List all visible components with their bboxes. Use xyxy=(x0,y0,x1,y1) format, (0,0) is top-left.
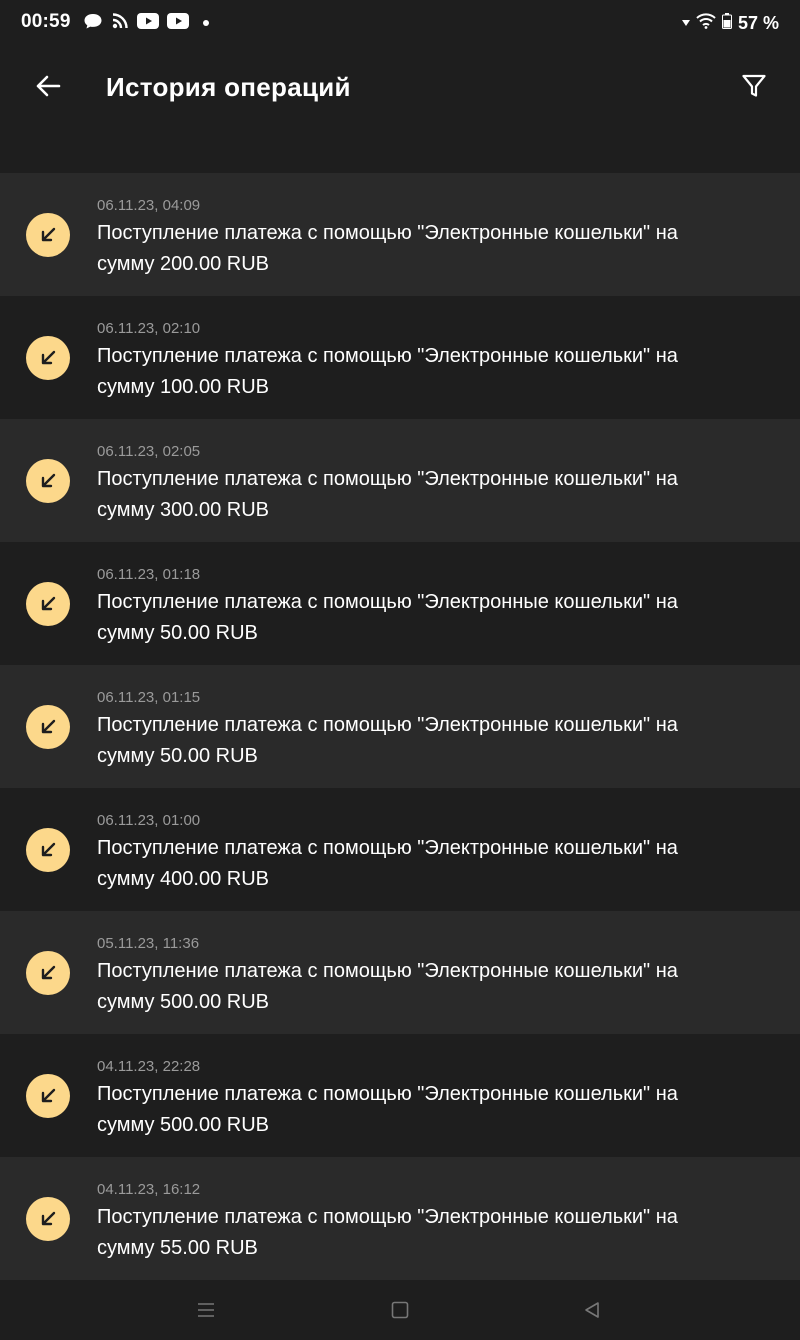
navigation-bar xyxy=(0,1283,800,1340)
battery-level: 57 % xyxy=(737,12,779,33)
home-square-icon xyxy=(391,1301,409,1324)
status-bar: 00:59 57 % xyxy=(0,0,800,46)
back-triangle-icon xyxy=(583,1301,601,1324)
wifi-icon xyxy=(696,12,716,34)
signal-arrow-icon xyxy=(681,14,690,32)
operation-row[interactable]: 06.11.23, 01:18 Поступление платежа с пом… xyxy=(0,542,800,665)
operation-description: Поступление платежа с помощью "Электронн… xyxy=(97,714,678,767)
menu-button[interactable] xyxy=(194,1300,218,1324)
operation-description: Поступление платежа с помощью "Электронн… xyxy=(97,960,678,1013)
operation-row[interactable]: 04.11.23, 16:12 Поступление платежа с пом… xyxy=(0,1157,800,1280)
operation-date: 04.11.23, 16:12 xyxy=(97,1181,201,1198)
incoming-arrow-icon xyxy=(26,459,70,503)
operation-row[interactable]: 04.11.23, 22:28 Поступление платежа с пом… xyxy=(0,1034,800,1157)
incoming-arrow-icon xyxy=(26,213,70,257)
operations-list: 06.11.23, 04:09 Поступление платежа с пом… xyxy=(0,173,800,1280)
menu-icon xyxy=(197,1302,215,1323)
incoming-arrow-icon xyxy=(26,1197,70,1241)
operation-row[interactable]: 06.11.23, 01:00 Поступление платежа с пом… xyxy=(0,788,800,911)
operation-description: Поступление платежа с помощью "Электронн… xyxy=(97,591,678,644)
operation-row[interactable]: 06.11.23, 02:05 Поступление платежа с пом… xyxy=(0,419,800,542)
youtube-icon xyxy=(137,12,159,34)
back-button[interactable] xyxy=(28,68,68,108)
app-bar: История операций xyxy=(0,46,800,173)
operation-date: 06.11.23, 04:09 xyxy=(97,197,201,214)
operation-description: Поступление платежа с помощью "Электронн… xyxy=(97,837,678,890)
chat-bubble-icon xyxy=(83,12,103,35)
operation-date: 05.11.23, 11:36 xyxy=(97,935,200,952)
operation-date: 06.11.23, 02:05 xyxy=(97,443,201,460)
filter-button[interactable] xyxy=(734,68,774,108)
incoming-arrow-icon xyxy=(26,951,70,995)
operation-description: Поступление платежа с помощью "Электронн… xyxy=(97,1083,678,1136)
operation-description: Поступление платежа с помощью "Электронн… xyxy=(97,345,678,398)
arrow-left-icon xyxy=(35,74,61,103)
filter-icon xyxy=(741,73,767,104)
operation-description: Поступление платежа с помощью "Электронн… xyxy=(97,1206,678,1259)
incoming-arrow-icon xyxy=(26,828,70,872)
nav-back-button[interactable] xyxy=(580,1300,604,1324)
operation-date: 06.11.23, 01:00 xyxy=(97,812,201,829)
page-title: История операций xyxy=(106,72,351,102)
incoming-arrow-icon xyxy=(26,336,70,380)
operation-row[interactable]: 05.11.23, 11:36 Поступление платежа с пом… xyxy=(0,911,800,1034)
incoming-arrow-icon xyxy=(26,705,70,749)
incoming-arrow-icon xyxy=(26,1074,70,1118)
home-button[interactable] xyxy=(388,1300,412,1324)
operation-description: Поступление платежа с помощью "Электронн… xyxy=(97,468,678,521)
operation-date: 06.11.23, 02:10 xyxy=(97,320,201,337)
system-icons: 57 % xyxy=(681,11,779,35)
battery-icon xyxy=(721,12,732,34)
dot-icon xyxy=(203,20,209,26)
operation-date: 06.11.23, 01:18 xyxy=(97,566,201,583)
operation-row[interactable]: 06.11.23, 04:09 Поступление платежа с пом… xyxy=(0,173,800,296)
operation-row[interactable]: 06.11.23, 01:15 Поступление платежа с пом… xyxy=(0,665,800,788)
operation-date: 04.11.23, 22:28 xyxy=(97,1058,201,1075)
notification-icons xyxy=(83,12,209,35)
incoming-arrow-icon xyxy=(26,582,70,626)
operation-date: 06.11.23, 01:15 xyxy=(97,689,201,706)
status-time: 00:59 xyxy=(21,11,71,32)
youtube-icon xyxy=(167,12,189,34)
operation-row[interactable]: 06.11.23, 02:10 Поступление платежа с пом… xyxy=(0,296,800,419)
operation-description: Поступление платежа с помощью "Электронн… xyxy=(97,222,678,275)
rss-icon xyxy=(111,12,129,35)
